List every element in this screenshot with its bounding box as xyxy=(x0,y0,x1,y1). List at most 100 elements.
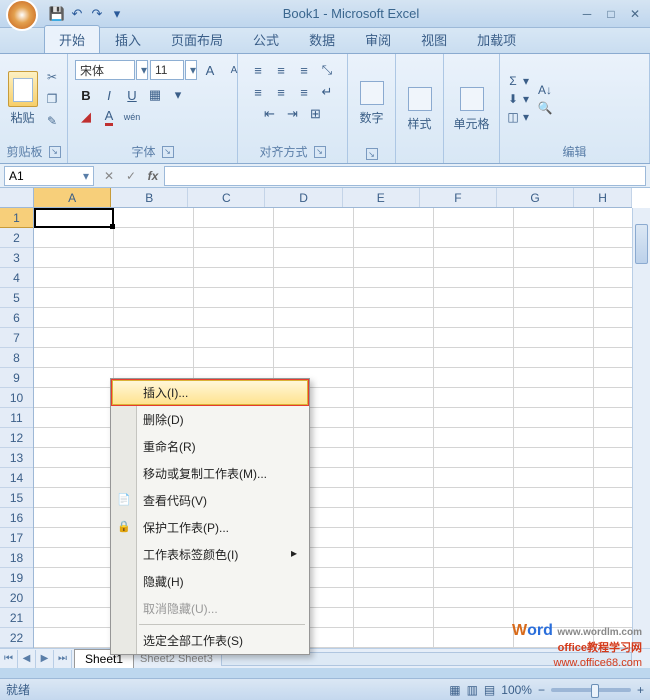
italic-button[interactable]: I xyxy=(98,85,120,105)
tab-data[interactable]: 数据 xyxy=(294,25,350,53)
qat-dropdown-icon[interactable]: ▾ xyxy=(108,5,126,23)
cell[interactable] xyxy=(194,268,274,288)
tab-home[interactable]: 开始 xyxy=(44,25,100,53)
phonetic-icon[interactable]: wén xyxy=(121,107,143,127)
cell[interactable] xyxy=(434,388,514,408)
cell[interactable] xyxy=(514,528,594,548)
align-right-icon[interactable]: ≡ xyxy=(293,82,315,102)
cell[interactable] xyxy=(354,368,434,388)
ctx-insert[interactable]: 插入(I)... xyxy=(112,380,308,405)
tab-insert[interactable]: 插入 xyxy=(100,25,156,53)
cancel-formula-icon[interactable]: ✕ xyxy=(98,169,120,183)
cell[interactable] xyxy=(114,308,194,328)
cell[interactable] xyxy=(194,208,274,228)
cell[interactable] xyxy=(514,508,594,528)
clear-button[interactable]: ◫▾ xyxy=(505,109,529,125)
wrap-text-icon[interactable]: ↵ xyxy=(316,82,338,102)
ctx-select-all-sheets[interactable]: 选定全部工作表(S) xyxy=(111,627,309,654)
number-dialog-icon[interactable]: ↘ xyxy=(366,148,378,160)
border-icon[interactable]: ▦ xyxy=(144,85,166,105)
orientation-icon[interactable]: ⤡ xyxy=(316,60,338,80)
cell[interactable] xyxy=(34,528,114,548)
cell[interactable] xyxy=(194,228,274,248)
row-header-9[interactable]: 9 xyxy=(0,368,33,388)
cell[interactable] xyxy=(34,288,114,308)
cell[interactable] xyxy=(34,408,114,428)
alignment-dialog-icon[interactable]: ↘ xyxy=(314,146,326,158)
cell[interactable] xyxy=(514,488,594,508)
row-header-1[interactable]: 1 xyxy=(0,208,33,228)
ctx-hide[interactable]: 隐藏(H) xyxy=(111,568,309,595)
cell[interactable] xyxy=(34,568,114,588)
col-header-H[interactable]: H xyxy=(574,188,632,207)
cell[interactable] xyxy=(34,208,114,228)
cell[interactable] xyxy=(354,348,434,368)
cell[interactable] xyxy=(354,408,434,428)
tab-view[interactable]: 视图 xyxy=(406,25,462,53)
cell[interactable] xyxy=(114,268,194,288)
align-top-icon[interactable]: ≡ xyxy=(247,60,269,80)
fill-color-icon[interactable]: ◢ xyxy=(75,107,97,127)
row-header-16[interactable]: 16 xyxy=(0,508,33,528)
row-header-22[interactable]: 22 xyxy=(0,628,33,648)
cell[interactable] xyxy=(354,228,434,248)
cell[interactable] xyxy=(434,568,514,588)
cell[interactable] xyxy=(434,328,514,348)
font-dialog-icon[interactable]: ↘ xyxy=(162,146,174,158)
cell[interactable] xyxy=(434,528,514,548)
cell[interactable] xyxy=(274,248,354,268)
row-header-3[interactable]: 3 xyxy=(0,248,33,268)
cell[interactable] xyxy=(34,588,114,608)
cell[interactable] xyxy=(34,348,114,368)
zoom-in-button[interactable]: + xyxy=(637,683,644,697)
cell[interactable] xyxy=(34,368,114,388)
sheet-nav-next-icon[interactable]: ▶ xyxy=(36,650,54,668)
cell[interactable] xyxy=(34,608,114,628)
col-header-D[interactable]: D xyxy=(265,188,342,207)
cell[interactable] xyxy=(354,468,434,488)
zoom-level[interactable]: 100% xyxy=(501,683,532,697)
cell[interactable] xyxy=(514,548,594,568)
cell[interactable] xyxy=(514,408,594,428)
name-box[interactable]: A1▾ xyxy=(4,166,94,186)
cell[interactable] xyxy=(354,548,434,568)
cell[interactable] xyxy=(434,228,514,248)
cell[interactable] xyxy=(274,268,354,288)
cell[interactable] xyxy=(514,568,594,588)
cell[interactable] xyxy=(34,628,114,648)
cell[interactable] xyxy=(114,248,194,268)
ctx-delete[interactable]: 删除(D) xyxy=(111,406,309,433)
undo-icon[interactable]: ↶ xyxy=(68,5,86,23)
row-header-17[interactable]: 17 xyxy=(0,528,33,548)
align-left-icon[interactable]: ≡ xyxy=(247,82,269,102)
cells-button[interactable]: 单元格 xyxy=(449,83,494,132)
cell[interactable] xyxy=(114,288,194,308)
col-header-C[interactable]: C xyxy=(188,188,265,207)
cell[interactable] xyxy=(274,308,354,328)
cell[interactable] xyxy=(274,228,354,248)
cell[interactable] xyxy=(274,208,354,228)
cell[interactable] xyxy=(34,248,114,268)
copy-icon[interactable]: ❐ xyxy=(42,89,62,109)
tab-addins[interactable]: 加载项 xyxy=(462,25,531,53)
cell[interactable] xyxy=(434,308,514,328)
cell[interactable] xyxy=(34,308,114,328)
cell[interactable] xyxy=(514,348,594,368)
cell[interactable] xyxy=(434,468,514,488)
grow-font-icon[interactable]: A xyxy=(199,60,221,80)
align-center-icon[interactable]: ≡ xyxy=(270,82,292,102)
ctx-move-copy[interactable]: 移动或复制工作表(M)... xyxy=(111,460,309,487)
font-color-icon[interactable]: A xyxy=(98,107,120,127)
row-header-19[interactable]: 19 xyxy=(0,568,33,588)
cell[interactable] xyxy=(434,248,514,268)
cell[interactable] xyxy=(354,268,434,288)
view-layout-icon[interactable]: ▥ xyxy=(467,683,478,697)
cell[interactable] xyxy=(514,208,594,228)
cell[interactable] xyxy=(514,368,594,388)
cell[interactable] xyxy=(354,568,434,588)
find-select-button[interactable]: 🔍 xyxy=(537,100,553,116)
cell[interactable] xyxy=(194,248,274,268)
paste-button[interactable]: 粘贴 xyxy=(5,71,40,126)
cell[interactable] xyxy=(514,268,594,288)
cell[interactable] xyxy=(434,348,514,368)
